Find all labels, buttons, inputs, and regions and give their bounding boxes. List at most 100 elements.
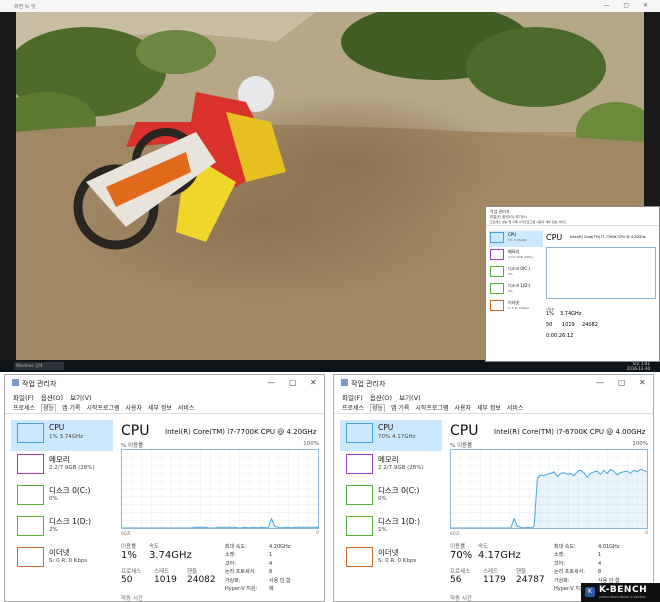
usage-label: 이용률 <box>450 544 466 550</box>
utilization-axis-label: % 이용률 <box>121 443 144 449</box>
sidebar-item-name: 디스크 1(D:) <box>378 517 421 526</box>
handle-stat: 핸들 24787 <box>516 567 545 585</box>
sidebar-item-sub: S: 0 R: 0 Kbps <box>378 558 417 564</box>
tab-bar: 프로세스 성능 앱 기록 시작프로그램 사용자 세부 정보 서비스 <box>5 403 324 414</box>
inset-thumb <box>490 266 504 277</box>
handle-label: 핸들 <box>187 569 198 575</box>
cpu-spec-labels: 최대 속도: 소켓: 코어: 논리 프로세서: 가상화: Hyper-V 지원: <box>225 543 257 593</box>
tab-startup[interactable]: 시작프로그램 <box>415 405 448 412</box>
inset-usage: 1% <box>546 311 554 317</box>
process-value: 50 <box>121 575 133 585</box>
speed-label: 속도 <box>478 544 489 550</box>
sidebar-item[interactable]: 메모리 2.2/7.9GB (28%) <box>340 451 442 482</box>
sidebar-item[interactable]: 디스크 0(C:) 0% <box>11 482 113 513</box>
sidebar-item[interactable]: 메모리 2.2/7.9GB (28%) <box>11 451 113 482</box>
spec-value: 1 <box>269 552 273 559</box>
inset-thumb <box>490 232 504 243</box>
taskbar-clock: 오후 1:41 2016-12-30 <box>627 361 650 371</box>
thread-label: 스레드 <box>483 569 499 575</box>
tab-startup[interactable]: 시작프로그램 <box>86 405 119 412</box>
maximize-button[interactable]: ▢ <box>618 378 626 387</box>
spec-label: Hyper-V 지원: <box>225 586 258 593</box>
close-button[interactable]: ✕ <box>639 378 646 387</box>
tab-services[interactable]: 서비스 <box>178 405 195 412</box>
speed-label: 속도 <box>149 544 160 550</box>
cpu-header: CPU <box>121 423 150 439</box>
maximize-button[interactable]: ▢ <box>289 378 297 387</box>
menu-options[interactable]: 옵션(O) <box>370 394 392 402</box>
axis-max-label: 100% <box>303 441 319 447</box>
spec-value: 4 <box>598 560 602 567</box>
spec-value: 4.01GHz <box>598 544 620 550</box>
cpu-graph-svg <box>451 450 647 528</box>
inset-sidebar-item: 디스크 0(C:) 0% <box>489 265 543 281</box>
sidebar-item[interactable]: 디스크 0(C:) 0% <box>340 482 442 513</box>
logo-subtext: KOREA BENCHMARK & REVIEW <box>599 595 646 599</box>
tab-users[interactable]: 사용자 <box>454 405 471 412</box>
close-button[interactable]: ✕ <box>310 378 317 387</box>
spec-label: 논리 프로세서: <box>225 569 256 576</box>
sidebar-item-sub: 2.2/7.9GB (28%) <box>49 465 95 471</box>
video-title-bar: 화면 녹 및 — ▢ ✕ <box>0 0 660 12</box>
menu-options[interactable]: 옵션(O) <box>41 394 63 402</box>
tab-details[interactable]: 세부 정보 <box>477 405 501 412</box>
handle-label: 핸들 <box>516 569 527 575</box>
spec-label: 논리 프로세서: <box>554 569 585 576</box>
sidebar-item[interactable]: CPU 70% 4.17GHz <box>340 420 442 451</box>
usage-value: 70% <box>450 550 473 561</box>
tab-services[interactable]: 서비스 <box>507 405 524 412</box>
inset-title: 작업 관리자 <box>490 209 510 214</box>
spec-label: 최대 속도: <box>554 544 576 550</box>
title-bar: 작업 관리자 — ▢ ✕ <box>334 375 653 391</box>
cpu-panel: CPU Intel(R) Core(TM) i7-6700K CPU @ 4.0… <box>450 423 648 601</box>
window-title: 작업 관리자 <box>22 380 57 388</box>
inset-tabs: 프로세스 성능 앱 기록 시작프로그램 사용자 세부 정보 서비스 <box>486 220 659 226</box>
tab-details[interactable]: 세부 정보 <box>148 405 172 412</box>
inset-proc: 50 <box>546 322 553 328</box>
inset-thumb <box>490 283 504 294</box>
tab-processes[interactable]: 프로세스 <box>13 405 35 412</box>
sidebar-item[interactable]: CPU 1% 3.74GHz <box>11 420 113 451</box>
sidebar-item[interactable]: 이더넷 S: 0 R: 0 Kbps <box>11 544 113 575</box>
menu-file[interactable]: 파일(F) <box>342 394 363 402</box>
menu-view[interactable]: 보기(V) <box>70 394 91 402</box>
cpu-usage-graph <box>450 449 648 529</box>
inset-cpu-header: CPU <box>546 233 563 242</box>
tab-users[interactable]: 사용자 <box>125 405 142 412</box>
graph-x-label: 60초 <box>450 532 460 537</box>
sidebar-item-sub: 2% <box>49 527 58 533</box>
cpu-usage-graph <box>121 449 319 529</box>
thread-stat: 스레드 1179 <box>483 567 506 585</box>
disk-thumb <box>17 485 44 505</box>
inset-sidebar-item: CPU 1% 3.74GHz <box>489 231 543 247</box>
taskbar-search[interactable]: Windows 검색 <box>14 362 64 370</box>
sidebar-item[interactable]: 디스크 1(D:) 2% <box>11 513 113 544</box>
graph-x-min: 0 <box>316 531 319 536</box>
menu-file[interactable]: 파일(F) <box>13 394 34 402</box>
task-manager-icon <box>12 379 19 386</box>
tab-performance[interactable]: 성능 <box>370 404 386 412</box>
spec-label: 소켓: <box>225 552 236 559</box>
window-controls[interactable]: — ▢ ✕ <box>603 2 654 9</box>
spec-value: 1 <box>598 552 602 559</box>
disk-thumb <box>346 485 373 505</box>
inset-thumb <box>490 249 504 260</box>
sidebar-item-name: 메모리 <box>49 455 70 464</box>
sidebar-item[interactable]: 이더넷 S: 0 R: 0 Kbps <box>340 544 442 575</box>
spec-value: 4.20GHz <box>269 544 291 550</box>
tab-app-history[interactable]: 앱 기록 <box>62 405 80 412</box>
inset-item-sub: S: 0 R: 0 Kbps <box>508 306 529 310</box>
handle-value: 24787 <box>516 575 545 585</box>
usage-stat: 이용률 70% <box>450 542 472 561</box>
sidebar-item[interactable]: 디스크 1(D:) 1% <box>340 513 442 544</box>
minimize-button[interactable]: — <box>596 378 604 387</box>
menu-view[interactable]: 보기(V) <box>399 394 420 402</box>
tab-performance[interactable]: 성능 <box>41 404 57 412</box>
cpu-model: Intel(R) Core(TM) i7-6700K CPU @ 4.00GHz <box>494 428 646 436</box>
minimize-button[interactable]: — <box>267 378 275 387</box>
tab-app-history[interactable]: 앱 기록 <box>391 405 409 412</box>
graph-x-label: 60초 <box>121 532 131 537</box>
cpu-thumb <box>346 423 373 443</box>
tab-processes[interactable]: 프로세스 <box>342 405 364 412</box>
usage-stat: 이용률 1% <box>121 542 137 561</box>
